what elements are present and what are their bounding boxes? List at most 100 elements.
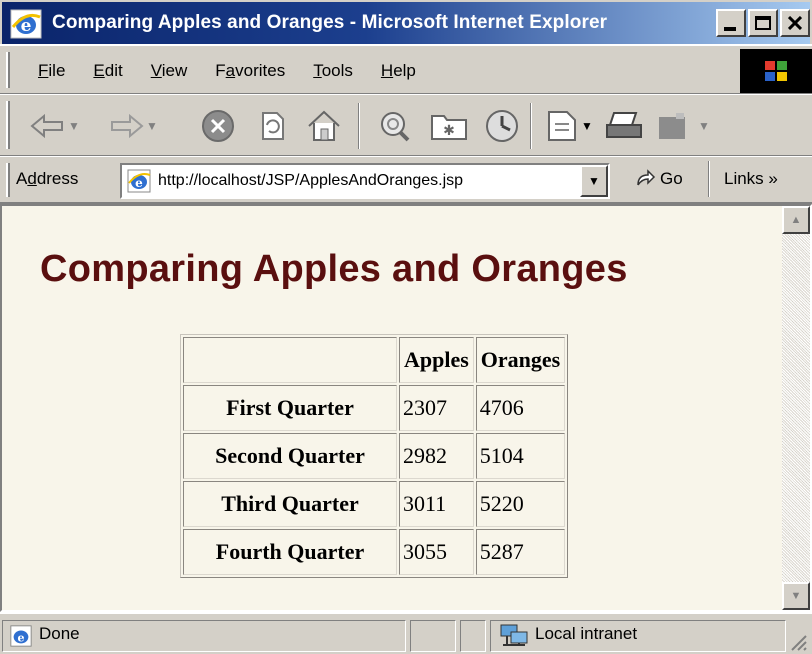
vertical-scrollbar[interactable]: ▲ ▼ xyxy=(782,206,810,610)
forward-button[interactable]: ▼ xyxy=(100,101,164,151)
address-dropdown-button[interactable]: ▼ xyxy=(580,165,608,197)
column-header: Apples xyxy=(399,337,474,383)
row-header: Fourth Quarter xyxy=(183,529,397,575)
home-button[interactable] xyxy=(300,101,348,151)
menu-favorites[interactable]: Favorites xyxy=(201,59,299,83)
menu-edit[interactable]: Edit xyxy=(79,59,136,83)
minimize-icon xyxy=(724,27,736,31)
go-arrow-icon xyxy=(637,169,656,186)
resize-grip-icon[interactable] xyxy=(788,632,808,652)
toolbar-separator xyxy=(530,103,532,149)
standard-toolbar: ▼ ▼ ✱ ▼ ▼ xyxy=(0,94,812,156)
search-button[interactable] xyxy=(370,101,418,151)
search-icon xyxy=(381,112,410,142)
close-button[interactable] xyxy=(780,9,810,37)
oranges-cell: 4706 xyxy=(475,385,566,431)
print-icon xyxy=(606,112,642,138)
favorites-icon: ✱ xyxy=(431,115,467,140)
edit-button[interactable]: ▼ xyxy=(652,101,714,151)
menu-help[interactable]: Help xyxy=(367,59,430,83)
go-label: Go xyxy=(660,169,683,188)
address-input[interactable]: e http://localhost/JSP/ApplesAndOranges.… xyxy=(120,163,610,199)
back-button[interactable]: ▼ xyxy=(22,101,86,151)
toolbar-grip[interactable] xyxy=(6,101,10,149)
row-header: Second Quarter xyxy=(183,433,397,479)
menu-view[interactable]: View xyxy=(137,59,202,83)
close-icon xyxy=(788,16,802,30)
page-icon: e xyxy=(127,169,151,193)
edit-icon xyxy=(659,113,686,139)
row-header: Third Quarter xyxy=(183,481,397,527)
refresh-button[interactable] xyxy=(250,101,294,151)
page-status-icon: e xyxy=(10,625,32,647)
oranges-cell: 5104 xyxy=(475,433,566,479)
svg-text:e: e xyxy=(135,176,143,190)
apples-cell: 3055 xyxy=(399,529,474,575)
windows-throbber xyxy=(740,49,812,93)
minimize-button[interactable] xyxy=(716,9,746,37)
security-zone: Local intranet xyxy=(535,624,638,643)
history-icon xyxy=(486,110,518,142)
comparison-table: Apples Oranges First Quarter 2307 4706 Second… xyxy=(180,334,569,578)
mail-icon xyxy=(548,111,577,141)
window-controls xyxy=(716,9,810,37)
stop-button[interactable] xyxy=(196,101,240,151)
column-header: Oranges xyxy=(475,337,566,383)
page-heading: Comparing Apples and Oranges xyxy=(40,248,628,290)
dropdown-arrow-icon: ▼ xyxy=(588,174,600,188)
status-bar: e Done Local intranet xyxy=(0,612,812,654)
scroll-down-button[interactable]: ▼ xyxy=(782,582,810,610)
table-row: Second Quarter 2982 5104 xyxy=(183,433,566,479)
address-url: http://localhost/JSP/ApplesAndOranges.js… xyxy=(158,172,464,189)
svg-text:✱: ✱ xyxy=(443,122,455,138)
forward-dropdown-icon[interactable]: ▼ xyxy=(146,119,158,133)
status-panel-progress xyxy=(410,620,456,652)
scroll-down-icon: ▼ xyxy=(790,590,802,602)
status-panel: e Done xyxy=(2,620,406,652)
svg-text:e: e xyxy=(17,632,24,645)
apples-cell: 2982 xyxy=(399,433,474,479)
back-dropdown-icon[interactable]: ▼ xyxy=(68,119,80,133)
back-icon xyxy=(30,113,64,139)
page-viewport: Comparing Apples and Oranges Apples Orang… xyxy=(0,204,812,612)
home-icon xyxy=(308,110,340,141)
table-header-row: Apples Oranges xyxy=(183,337,566,383)
menu-bar: File Edit View Favorites Tools Help xyxy=(0,44,812,94)
scroll-up-icon: ▲ xyxy=(790,214,802,226)
menu-tools[interactable]: Tools xyxy=(299,59,367,83)
stop-icon xyxy=(202,110,234,142)
address-bar: Address e http://localhost/JSP/ApplesAnd… xyxy=(0,156,812,204)
address-grip[interactable] xyxy=(6,163,10,197)
go-button[interactable]: Go xyxy=(634,169,683,189)
maximize-button[interactable] xyxy=(748,9,778,37)
apples-cell: 3011 xyxy=(399,481,474,527)
mail-button[interactable]: ▼ xyxy=(540,101,598,151)
status-panel-security xyxy=(460,620,486,652)
address-label: Address xyxy=(16,169,79,188)
status-text: Done xyxy=(39,624,80,643)
table-row: Fourth Quarter 3055 5287 xyxy=(183,529,566,575)
history-button[interactable] xyxy=(478,101,526,151)
edit-dropdown-icon[interactable]: ▼ xyxy=(698,119,710,133)
mail-dropdown-icon[interactable]: ▼ xyxy=(581,119,593,133)
title-bar: e Comparing Apples and Oranges - Microso… xyxy=(0,0,812,44)
oranges-cell: 5220 xyxy=(475,481,566,527)
favorites-button[interactable]: ✱ xyxy=(424,101,474,151)
scroll-up-button[interactable]: ▲ xyxy=(782,206,810,234)
print-button[interactable] xyxy=(600,101,648,151)
page-body: Comparing Apples and Oranges Apples Orang… xyxy=(2,206,782,610)
windows-logo-icon xyxy=(765,61,787,81)
maximize-icon xyxy=(755,16,771,30)
table-row: Third Quarter 3011 5220 xyxy=(183,481,566,527)
table-row: First Quarter 2307 4706 xyxy=(183,385,566,431)
row-header: First Quarter xyxy=(183,385,397,431)
window-title: Comparing Apples and Oranges - Microsoft… xyxy=(52,12,608,33)
toolbar-separator xyxy=(708,161,710,197)
refresh-icon xyxy=(262,112,284,140)
internet-explorer-icon: e xyxy=(10,9,42,39)
toolbar-separator xyxy=(358,103,360,149)
menu-grip[interactable] xyxy=(6,52,10,88)
links-button[interactable]: Links » xyxy=(724,169,778,189)
apples-cell: 2307 xyxy=(399,385,474,431)
menu-file[interactable]: File xyxy=(24,59,79,83)
